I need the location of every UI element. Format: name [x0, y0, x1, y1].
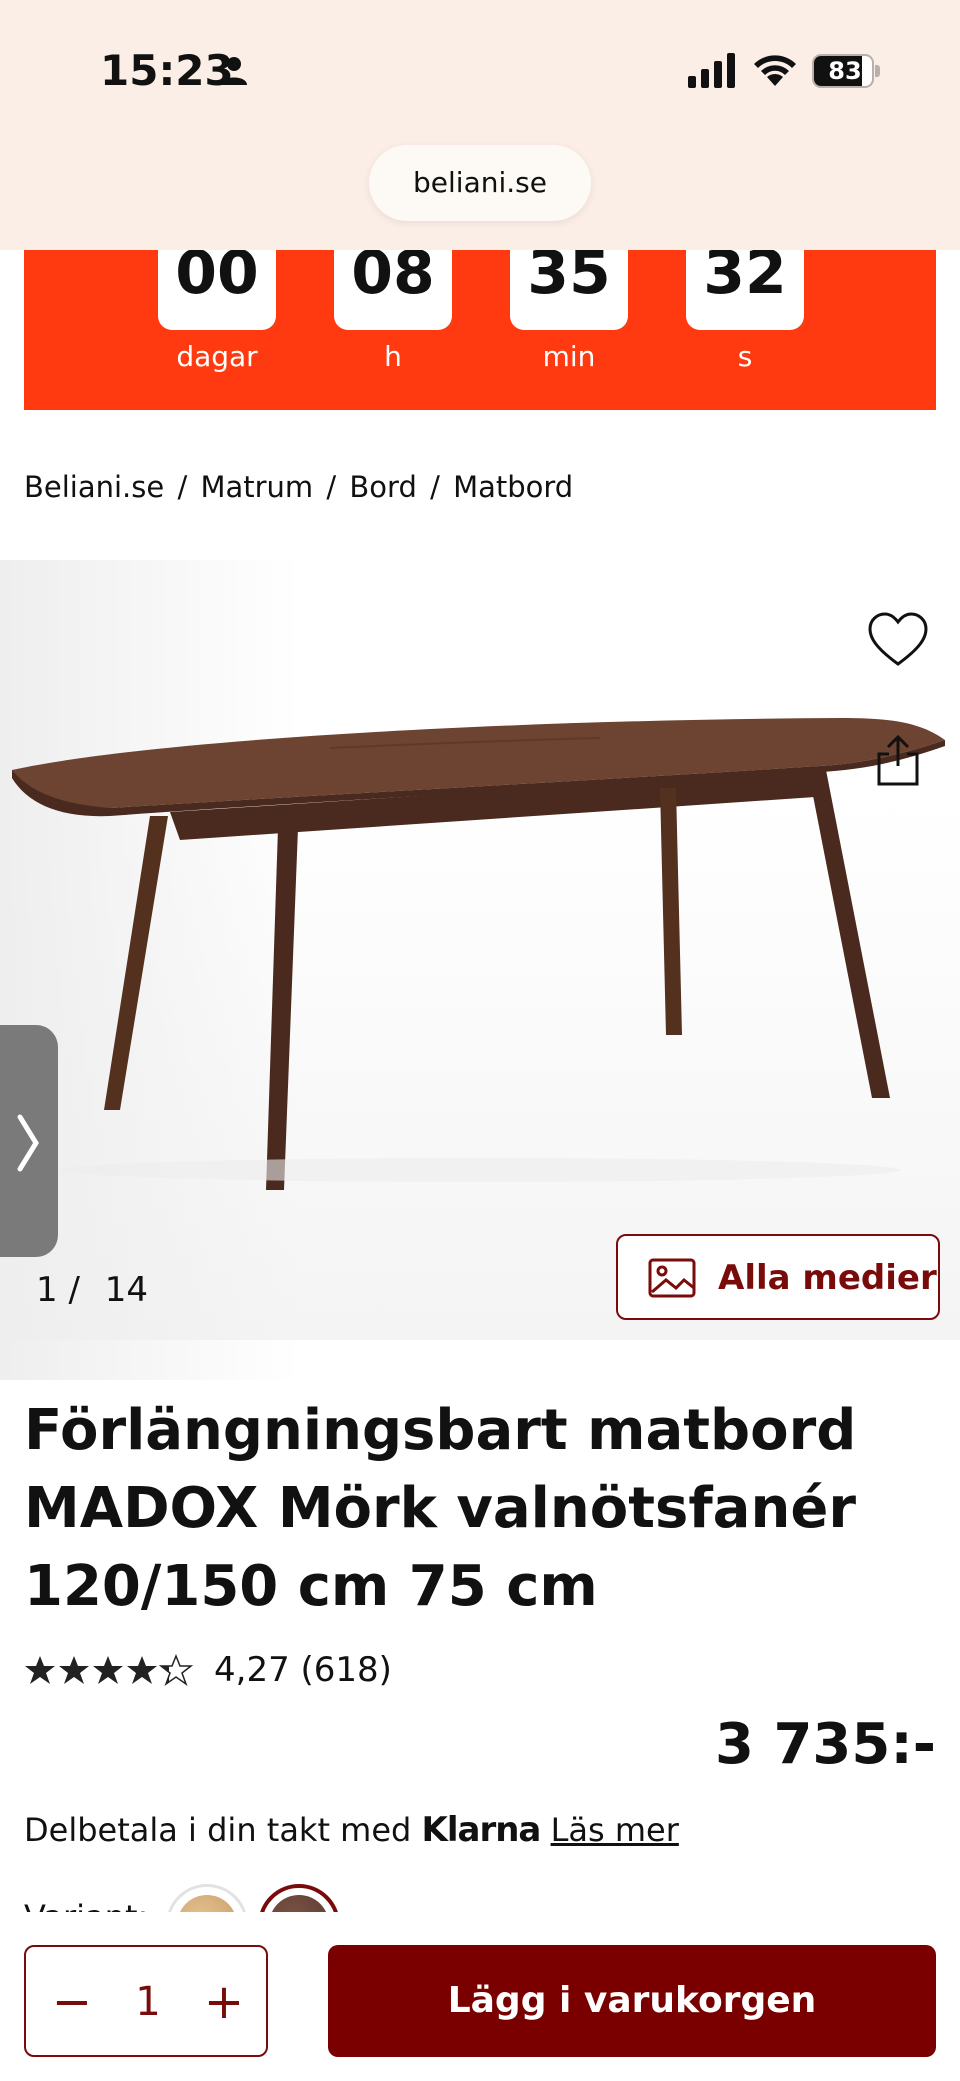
breadcrumb-item-matrum[interactable]: Matrum [200, 470, 313, 504]
image-counter-separator: / [68, 1270, 80, 1310]
all-media-label: Alla medier [718, 1258, 937, 1298]
image-counter-total: 14 [104, 1270, 148, 1310]
breadcrumb-item-bord[interactable]: Bord [349, 470, 416, 504]
product-price: 3 735:- [715, 1712, 936, 1777]
countdown-days-value: 00 [158, 238, 276, 330]
countdown-days-label: dagar [176, 340, 258, 373]
countdown-minutes-label: min [542, 340, 596, 373]
side-panel-toggle[interactable] [0, 1025, 58, 1257]
all-media-button[interactable]: Alla medier [616, 1234, 940, 1320]
quantity-increase-button[interactable]: + [186, 1957, 262, 2047]
quantity-value[interactable]: 1 [110, 1957, 186, 2047]
breadcrumb-separator: / [326, 470, 337, 504]
product-image [12, 718, 945, 1190]
status-time: 15:23 [100, 46, 234, 95]
cellular-signal-icon [688, 53, 735, 88]
rating-text: 4,27 (618) [214, 1650, 392, 1690]
countdown-seconds-value: 32 [686, 238, 804, 330]
klarna-prefix: Delbetala i din takt med [24, 1811, 412, 1849]
klarna-logo: Klarna [421, 1810, 542, 1850]
rating-stars-icon [25, 1655, 192, 1685]
countdown-hours-value: 08 [334, 238, 452, 330]
battery-icon: 83 [812, 54, 880, 88]
chevron-right-icon [17, 1114, 39, 1172]
quantity-decrease-button[interactable]: − [34, 1957, 110, 2047]
image-counter-current: 1 [36, 1270, 58, 1310]
image-icon [648, 1258, 696, 1298]
add-to-cart-bar: − 1 + Lägg i varukorgen [0, 1912, 960, 2081]
heart-icon[interactable] [868, 612, 928, 668]
product-title: Förlängningsbart matbord MADOX Mörk valn… [24, 1398, 857, 1619]
battery-percent: 83 [828, 57, 862, 85]
klarna-read-more-link[interactable]: Läs mer [551, 1811, 679, 1849]
share-icon[interactable] [874, 734, 922, 788]
countdown-seconds-label: s [737, 340, 753, 373]
breadcrumb-separator: / [177, 470, 188, 504]
person-icon [221, 57, 247, 85]
countdown-minutes-value: 35 [510, 238, 628, 330]
breadcrumb-separator: / [430, 470, 440, 504]
quantity-stepper: − 1 + [24, 1945, 268, 2057]
breadcrumb-item-matbord[interactable]: Matbord [453, 470, 573, 504]
browser-top-bar: 15:23 83 beliani.se [0, 0, 960, 250]
breadcrumb: Beliani.se / Matrum / Bord / Matbord [24, 470, 577, 504]
breadcrumb-item-home[interactable]: Beliani.se [24, 470, 164, 504]
image-counter: 1 / 14 [36, 1270, 148, 1310]
add-to-cart-button[interactable]: Lägg i varukorgen [328, 1945, 936, 2057]
url-bar[interactable]: beliani.se [369, 145, 591, 221]
countdown-hours-label: h [384, 340, 402, 373]
klarna-info: Delbetala i din takt med Klarna Läs mer [24, 1810, 679, 1850]
wifi-icon [754, 55, 796, 86]
